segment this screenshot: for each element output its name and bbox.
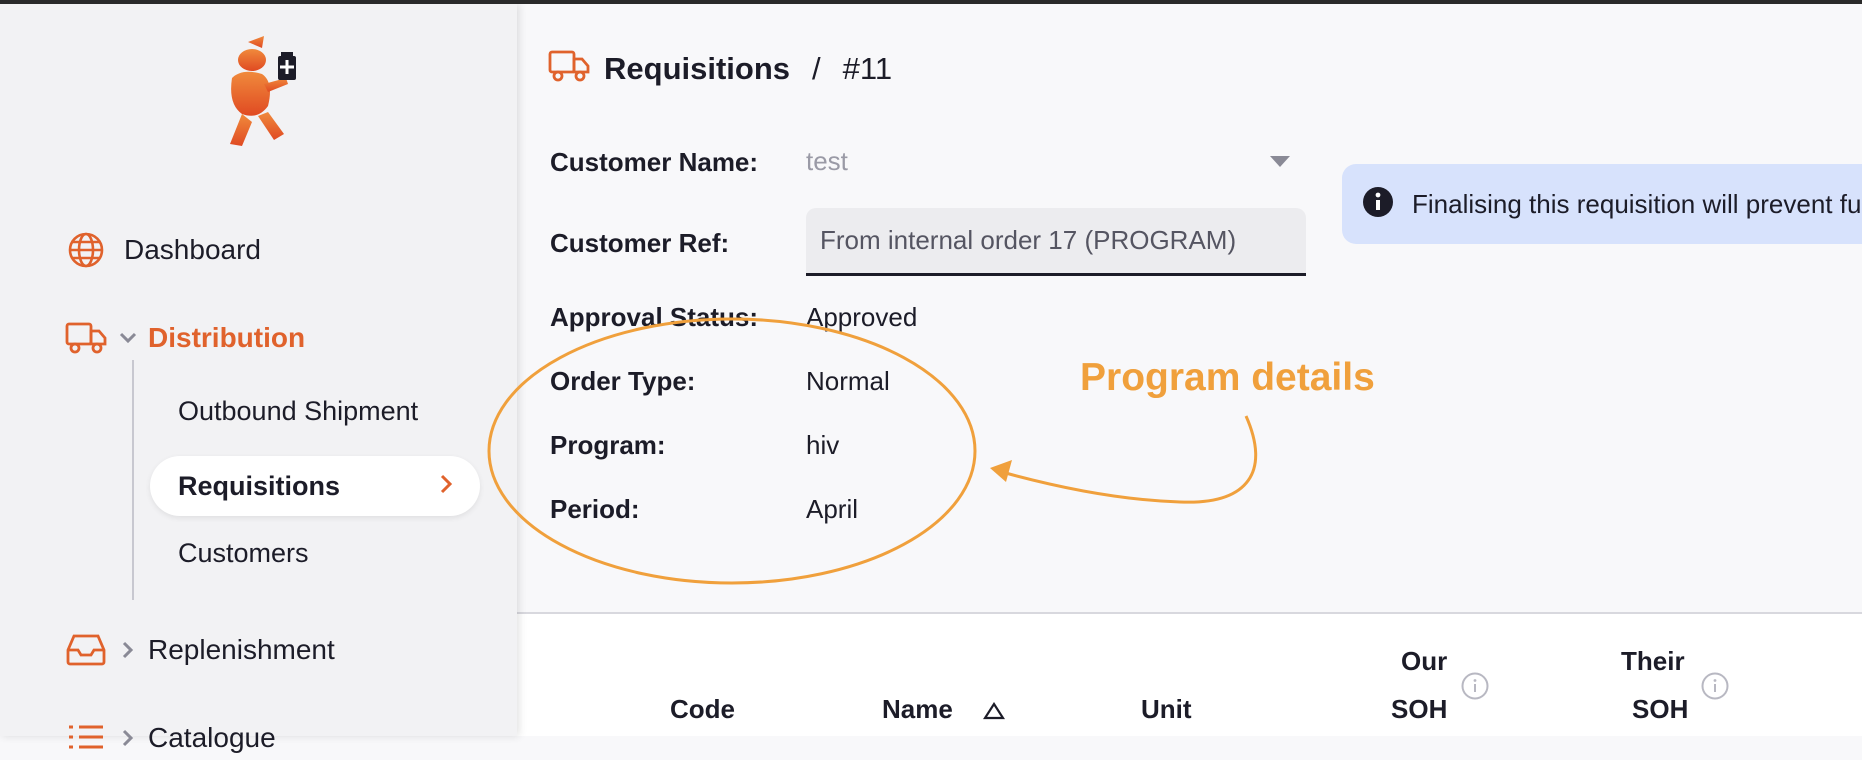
approval-status-value: Approved [806,302,918,332]
program-label: Program: [550,430,666,460]
app-logo [212,34,304,160]
info-outline-icon[interactable] [1461,672,1489,700]
annotation-arrowhead [990,460,1012,482]
breadcrumb-separator: / [812,50,821,86]
window-top-border [0,0,1862,4]
column-header-our-soh-line2[interactable]: SOH [1391,694,1447,725]
sidebar-subitem-customers[interactable]: Customers [178,538,309,569]
annotation-arrow [1001,415,1258,504]
sidebar-item-label: Catalogue [148,722,276,753]
customer-ref-label: Customer Ref: [550,228,730,258]
truck-icon [64,316,108,360]
chevron-right-icon[interactable] [116,638,140,662]
column-header-name[interactable]: Name [882,694,953,725]
column-header-unit[interactable]: Unit [1141,694,1192,725]
chevron-down-icon[interactable] [116,326,140,350]
sidebar: Dashboard Distribution Outbound Shipment… [0,4,517,753]
breadcrumb-current-id: #11 [842,50,893,86]
customer-name-value: test [806,146,848,176]
customer-ref-input[interactable] [806,208,1306,276]
sidebar-subitem-requisitions[interactable]: Requisitions [150,456,480,516]
annotation-label: Program details [1080,356,1375,399]
info-icon [1362,186,1394,223]
sidebar-item-catalogue[interactable]: Catalogue [64,716,276,760]
sidebar-item-distribution[interactable]: Distribution [64,316,305,360]
sort-ascending-icon[interactable] [982,701,1006,725]
column-header-their-soh-line1[interactable]: Their [1621,646,1685,677]
period-value: April [806,494,859,524]
breadcrumb-link-requisitions[interactable]: Requisitions [604,51,790,87]
sidebar-subitem-outbound-shipment[interactable]: Outbound Shipment [178,396,418,427]
globe-icon [64,228,108,272]
customer-name-label: Customer Name: [550,147,759,177]
truck-icon [548,48,590,89]
order-type-label: Order Type: [550,366,696,396]
alert-text: Finalising this requisition will prevent… [1412,188,1862,219]
column-header-their-soh-line2[interactable]: SOH [1632,694,1688,725]
sidebar-item-dashboard[interactable]: Dashboard [64,228,261,272]
customer-name-select[interactable]: test [806,146,1296,182]
order-type-value: Normal [806,366,890,396]
dropdown-arrow-icon[interactable] [1270,156,1290,167]
sidebar-item-label: Replenishment [148,634,335,665]
period-label: Period: [550,494,640,524]
program-value: hiv [806,430,840,460]
sidebar-item-label: Dashboard [124,234,261,265]
sidebar-item-label: Distribution [148,322,306,353]
inbox-icon [64,628,108,672]
info-alert: Finalising this requisition will prevent… [1342,164,1862,244]
column-header-code[interactable]: Code [670,694,735,725]
column-header-our-soh-line1[interactable]: Our [1401,646,1447,677]
chevron-right-icon [438,472,454,501]
submenu-guide-line [132,360,134,600]
approval-status-label: Approval Status: [550,302,759,332]
breadcrumb: Requisitions / #11 [548,48,892,89]
chevron-right-icon[interactable] [116,726,140,750]
list-icon [64,716,108,760]
sidebar-subitem-label: Requisitions [178,470,341,501]
sidebar-item-replenishment[interactable]: Replenishment [64,628,335,672]
table-header: Code Name Unit Our SOH Their SOH [517,614,1862,736]
info-outline-icon[interactable] [1701,672,1729,700]
